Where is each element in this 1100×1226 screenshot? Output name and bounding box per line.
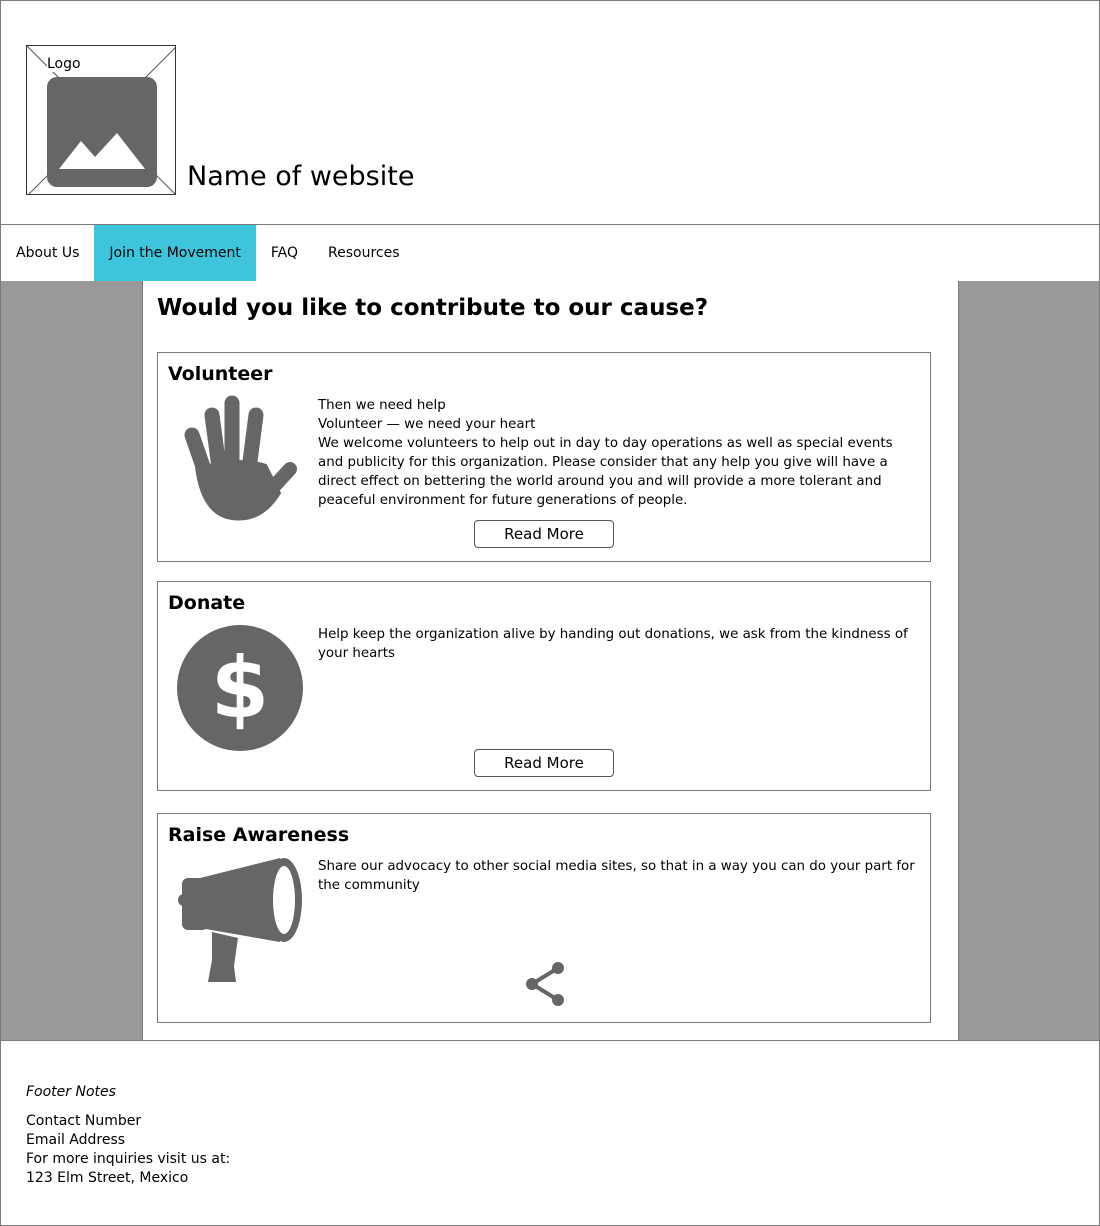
logo-label: Logo <box>47 56 81 72</box>
address: 123 Elm Street, Mexico <box>26 1170 189 1186</box>
card-text: Then we need help Volunteer — we need yo… <box>318 396 918 510</box>
raise-awareness-card: Raise Awareness Share our advocacy to ot… <box>157 813 931 1023</box>
site-name[interactable]: Name of website <box>187 159 414 195</box>
dollar-icon: $ <box>177 625 303 751</box>
page-header: Logo Name of website <box>0 0 1100 225</box>
footer-contact-info: Contact Number Email Address For more in… <box>26 1112 230 1188</box>
nav-item-join-the-movement[interactable]: Join the Movement <box>94 225 256 281</box>
card-text: Share our advocacy to other social media… <box>318 857 918 895</box>
main-content: Would you like to contribute to our caus… <box>142 281 959 1041</box>
image-icon <box>47 77 157 187</box>
inquiries-text: For more inquiries visit us at: <box>26 1151 231 1167</box>
megaphone-icon <box>178 858 302 982</box>
awareness-description: Share our advocacy to other social media… <box>318 859 915 893</box>
volunteer-card: Volunteer Then we need help Volunteer — … <box>157 352 931 562</box>
nav-item-resources[interactable]: Resources <box>313 225 415 281</box>
email-address: Email Address <box>26 1132 126 1148</box>
volunteer-line-2: Volunteer — we need your heart <box>318 417 536 432</box>
card-title: Donate <box>168 592 246 614</box>
volunteer-line-1: Then we need help <box>318 398 446 413</box>
volunteer-read-more-button[interactable]: Read More <box>474 520 614 548</box>
svg-text:$: $ <box>211 639 269 737</box>
nav-item-about-us[interactable]: About Us <box>1 225 94 281</box>
volunteer-description: We welcome volunteers to help out in day… <box>318 436 893 508</box>
card-title: Raise Awareness <box>168 824 350 846</box>
card-title: Volunteer <box>168 363 273 385</box>
logo[interactable]: Logo <box>26 45 176 195</box>
donate-card: Donate $ Help keep the organization aliv… <box>157 581 931 791</box>
share-icon[interactable] <box>524 962 564 1006</box>
nav-item-faq[interactable]: FAQ <box>256 225 313 281</box>
page-title: Would you like to contribute to our caus… <box>157 295 709 321</box>
hand-icon <box>184 395 297 521</box>
contact-number: Contact Number <box>26 1113 142 1129</box>
donate-description: Help keep the organization alive by hand… <box>318 627 908 661</box>
page-footer: Footer Notes Contact Number Email Addres… <box>0 1040 1100 1226</box>
footer-notes-label: Footer Notes <box>26 1084 116 1100</box>
main-nav: About Us Join the Movement FAQ Resources <box>0 224 1100 282</box>
donate-read-more-button[interactable]: Read More <box>474 749 614 777</box>
card-text: Help keep the organization alive by hand… <box>318 625 918 663</box>
